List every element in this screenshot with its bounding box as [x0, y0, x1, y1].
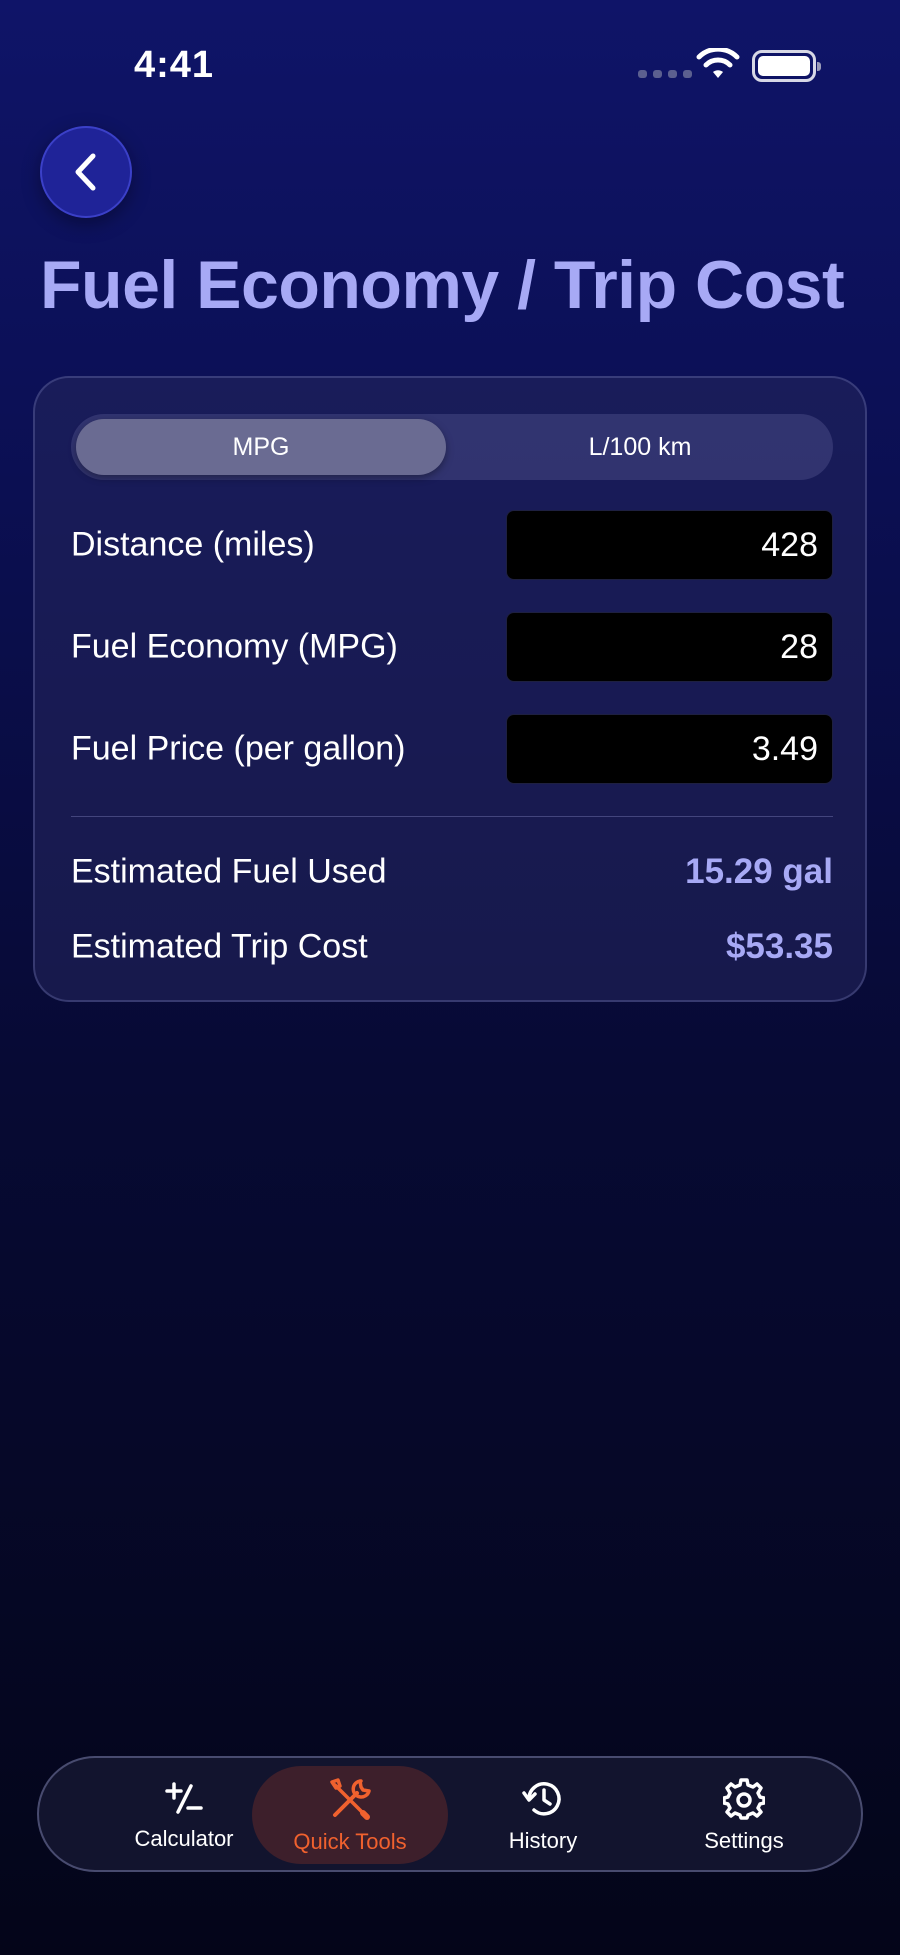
status-time: 4:41 — [134, 44, 215, 86]
history-icon — [522, 1782, 561, 1816]
fuel-price-row: Fuel Price (per gallon) 3.49 — [71, 714, 833, 784]
distance-row: Distance (miles) 428 — [71, 510, 833, 580]
cellular-signal-icon — [638, 70, 692, 78]
tab-label-quick-tools: Quick Tools — [293, 1829, 407, 1854]
tools-icon — [330, 1778, 371, 1820]
segment-l-per-100km[interactable]: L/100 km — [453, 419, 827, 475]
fuel-used-value: 15.29 gal — [685, 852, 833, 891]
trip-cost-row: Estimated Trip Cost $53.35 — [71, 922, 833, 972]
divider — [71, 816, 833, 817]
tab-quick-tools[interactable]: Quick Tools — [261, 1758, 439, 1874]
tab-label-history: History — [508, 1828, 578, 1853]
distance-input[interactable]: 428 — [506, 510, 833, 580]
fuel-economy-row: Fuel Economy (MPG) 28 — [71, 612, 833, 682]
unit-segmented-control: MPG L/100 km — [71, 414, 833, 480]
fuel-used-row: Estimated Fuel Used 15.29 gal — [71, 847, 833, 897]
fuel-economy-label: Fuel Economy (MPG) — [71, 627, 398, 666]
calculator-card: MPG L/100 km Distance (miles) 428 Fuel E… — [33, 376, 867, 1002]
trip-cost-label: Estimated Trip Cost — [71, 927, 368, 966]
fuel-used-label: Estimated Fuel Used — [71, 852, 387, 891]
tab-label-calculator: Calculator — [134, 1826, 234, 1851]
battery-icon — [752, 50, 821, 82]
distance-label: Distance (miles) — [71, 525, 315, 564]
back-button[interactable] — [40, 126, 132, 218]
fuel-economy-input[interactable]: 28 — [506, 612, 833, 682]
wifi-icon — [696, 48, 740, 78]
chevron-left-icon — [75, 153, 96, 191]
trip-cost-value: $53.35 — [725, 927, 833, 966]
gear-icon — [723, 1778, 765, 1820]
plus-minus-icon — [165, 1782, 203, 1814]
tab-bar: Calculator Quick Tools History Settings — [37, 1756, 863, 1872]
fuel-price-input[interactable]: 3.49 — [506, 714, 833, 784]
tab-settings[interactable]: Settings — [657, 1758, 831, 1874]
tab-label-settings: Settings — [704, 1828, 784, 1853]
tab-history[interactable]: History — [453, 1758, 633, 1874]
page-title: Fuel Economy / Trip Cost — [40, 247, 845, 323]
fuel-price-label: Fuel Price (per gallon) — [71, 729, 406, 768]
status-bar: 4:41 — [0, 0, 900, 130]
segment-mpg[interactable]: MPG — [76, 419, 446, 475]
tab-calculator[interactable]: Calculator — [97, 1758, 271, 1874]
